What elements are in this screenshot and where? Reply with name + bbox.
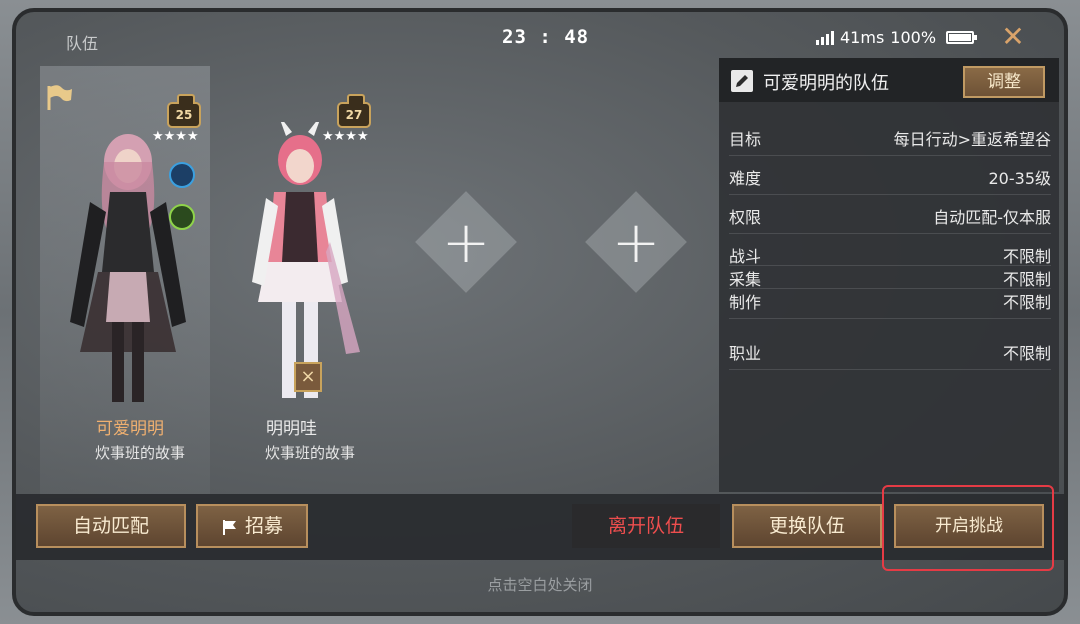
- edit-icon[interactable]: [731, 70, 753, 92]
- info-key: 权限: [729, 208, 762, 227]
- kick-member-icon[interactable]: ×: [294, 362, 322, 392]
- info-key: 战斗: [729, 247, 762, 266]
- member-card[interactable]: 27 ★★★★ × 明明哇 炊事班的故事: [210, 92, 380, 472]
- info-value: 不限制: [1002, 247, 1051, 266]
- info-key: 制作: [729, 293, 762, 312]
- clock: 23 : 48: [502, 26, 590, 48]
- info-value: 每日行动>重返希望谷: [893, 130, 1051, 149]
- auto-match-button[interactable]: 自动匹配: [36, 504, 186, 548]
- character-figure: [70, 134, 186, 402]
- info-row: 制作 不限制: [729, 289, 1051, 319]
- status-bar: 41ms 100%: [816, 28, 978, 47]
- signal-icon: [816, 30, 834, 45]
- adjust-button[interactable]: 调整: [963, 66, 1045, 98]
- top-bar: 队伍 23 : 48 41ms 100% ✕: [16, 12, 1064, 58]
- close-hint[interactable]: 点击空白处关闭: [16, 574, 1064, 595]
- info-key: 采集: [729, 270, 762, 289]
- info-row: 战斗 不限制: [729, 243, 1051, 266]
- recruit-flag-icon: [222, 519, 236, 535]
- info-value: 不限制: [1002, 270, 1051, 289]
- battery-text: 100%: [890, 28, 937, 47]
- battery-icon: [946, 31, 978, 44]
- info-row: 职业 不限制: [729, 340, 1051, 370]
- close-icon[interactable]: ✕: [998, 22, 1028, 52]
- plus-icon: +: [611, 208, 661, 276]
- ping-text: 41ms: [840, 28, 885, 47]
- info-row: 采集 不限制: [729, 266, 1051, 289]
- info-row: 权限 自动匹配-仅本服: [729, 204, 1051, 234]
- recruit-label: 招募: [244, 515, 283, 537]
- recruit-button[interactable]: 招募: [196, 504, 308, 548]
- info-key: 难度: [729, 169, 762, 188]
- info-key: 职业: [729, 344, 762, 363]
- page-title: 队伍: [66, 34, 99, 53]
- info-value: 20-35级: [988, 169, 1052, 188]
- highlight-box: [882, 485, 1054, 571]
- team-header: 可爱明明的队伍 调整: [719, 58, 1059, 102]
- info-row: 难度 20-35级: [729, 165, 1051, 195]
- info-row: 目标 每日行动>重返希望谷: [729, 126, 1051, 156]
- info-value: 自动匹配-仅本服: [933, 208, 1051, 227]
- member-guild: 炊事班的故事: [265, 444, 356, 462]
- plus-icon: +: [441, 208, 491, 276]
- info-key: 目标: [729, 130, 762, 149]
- team-panel: 队伍 23 : 48 41ms 100% ✕ 25 ★★★★ 可爱明明 炊事班的…: [12, 8, 1068, 616]
- member-card[interactable]: 25 ★★★★ 可爱明明 炊事班的故事: [40, 92, 210, 472]
- member-name: 可爱明明: [96, 419, 164, 439]
- add-member-slot[interactable]: +: [415, 191, 517, 293]
- leave-team-button[interactable]: 离开队伍: [572, 504, 720, 548]
- add-member-slot[interactable]: +: [585, 191, 687, 293]
- member-guild: 炊事班的故事: [95, 444, 186, 462]
- team-name: 可爱明明的队伍: [763, 73, 889, 94]
- info-value: 不限制: [1002, 344, 1051, 363]
- change-team-button[interactable]: 更换队伍: [732, 504, 882, 548]
- info-value: 不限制: [1002, 293, 1051, 312]
- team-info-panel: 可爱明明的队伍 调整 目标 每日行动>重返希望谷 难度 20-35级 权限 自动…: [719, 58, 1059, 492]
- member-name: 明明哇: [266, 419, 317, 439]
